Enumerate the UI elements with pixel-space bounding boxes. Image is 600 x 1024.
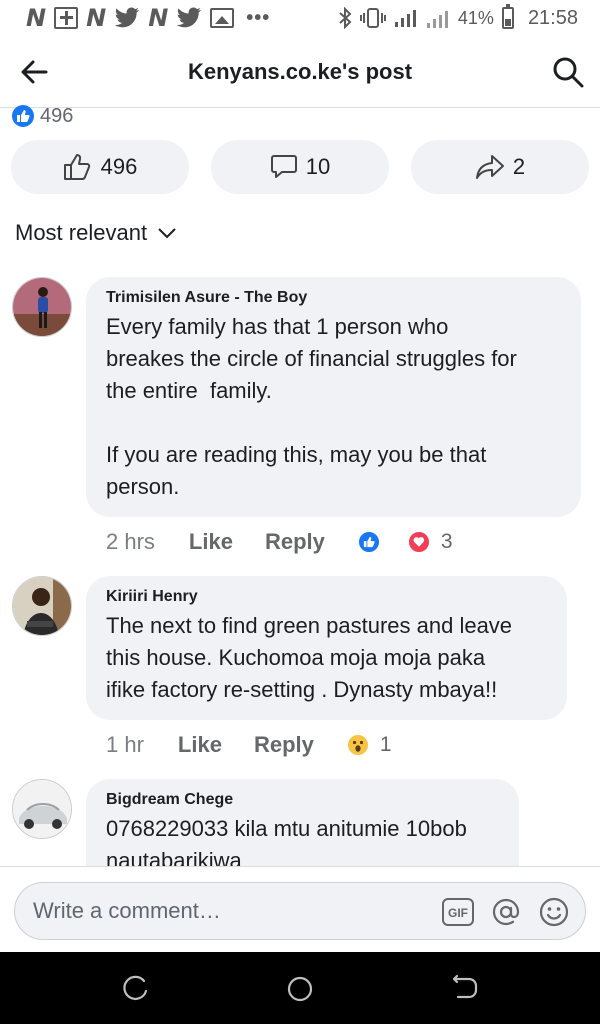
comment-text: The next to find green pastures and leav… xyxy=(106,613,513,702)
back-button[interactable] xyxy=(18,56,50,88)
comment-reactions[interactable] xyxy=(356,530,431,554)
comment-bubble[interactable]: Trimisilen Asure - The Boy Every family … xyxy=(86,277,581,517)
like-reaction-icon xyxy=(356,530,381,554)
gallery-icon xyxy=(210,8,235,28)
wow-reaction-icon xyxy=(345,733,370,757)
signal-icon xyxy=(394,10,416,27)
twitter-icon xyxy=(177,7,202,28)
comment-author[interactable]: Trimisilen Asure - The Boy xyxy=(106,289,561,307)
share-button[interactable]: 2 xyxy=(411,140,589,194)
comment-time: 1 hr xyxy=(106,732,144,757)
battery-percentage: 41% xyxy=(457,7,494,28)
like-count: 496 xyxy=(100,154,138,179)
back-arrow-icon xyxy=(21,60,48,84)
home-circle-icon xyxy=(287,976,313,1002)
like-button[interactable]: 496 xyxy=(11,140,189,194)
smiley-icon xyxy=(539,897,569,927)
thumbs-up-icon xyxy=(63,154,90,180)
comment-author[interactable]: Bigdream Chege xyxy=(106,791,499,809)
comment-reply-button[interactable]: Reply xyxy=(265,529,325,555)
bible-app-icon xyxy=(54,7,79,29)
comment-sort-dropdown[interactable]: Most relevant xyxy=(15,220,177,246)
battery-icon xyxy=(501,4,514,29)
comment-time: 2 hrs xyxy=(106,529,155,554)
svg-text:GIF: GIF xyxy=(448,906,468,920)
at-sign-icon xyxy=(492,898,520,926)
comment-composer: Write a comment… GIF xyxy=(0,866,600,952)
comment-item: Bigdream Chege 0768229033 kila mtu anitu… xyxy=(0,779,600,866)
vibrate-icon xyxy=(359,8,386,28)
comment-reactions[interactable] xyxy=(345,733,370,757)
search-button[interactable] xyxy=(552,56,584,88)
post-actions: 496 10 2 xyxy=(0,138,600,198)
comment-text: Every family has that 1 person who break… xyxy=(106,314,517,499)
comment-input[interactable]: Write a comment… GIF xyxy=(14,882,586,940)
mention-button[interactable] xyxy=(489,895,523,929)
reaction-count: 496 xyxy=(40,104,74,127)
comment-meta: 2 hrs Like Reply 3 xyxy=(106,529,453,555)
post-header: Kenyans.co.ke's post xyxy=(0,36,600,108)
avatar[interactable] xyxy=(12,576,72,636)
share-count: 2 xyxy=(512,154,526,179)
back-nav-button[interactable] xyxy=(450,974,480,1004)
comment-count: 10 xyxy=(305,154,331,179)
gif-icon: GIF xyxy=(442,898,474,926)
system-icons: 41% 21:58 xyxy=(338,4,578,30)
gif-button[interactable]: GIF xyxy=(441,895,475,929)
notification-letter-icon: N xyxy=(148,4,169,32)
notification-letter-icon: N xyxy=(86,4,107,32)
search-icon xyxy=(553,57,584,88)
back-nav-icon xyxy=(452,974,478,999)
clock: 21:58 xyxy=(527,6,578,29)
sort-label: Most relevant xyxy=(15,220,148,245)
bluetooth-icon xyxy=(339,7,352,29)
reaction-summary[interactable]: 496 xyxy=(12,104,73,128)
love-reaction-icon xyxy=(406,530,431,554)
recent-apps-button[interactable] xyxy=(120,974,150,1004)
emoji-button[interactable] xyxy=(537,895,571,929)
composer-icons: GIF xyxy=(441,895,571,929)
comment-reaction-count: 3 xyxy=(440,530,453,553)
android-nav-bar xyxy=(0,952,600,1024)
comment-bubble[interactable]: Kiriiri Henry The next to find green pas… xyxy=(86,576,567,720)
notification-letter-icon: N xyxy=(26,4,47,32)
comment-like-button[interactable]: Like xyxy=(178,732,222,758)
notification-icons: N N N ••• xyxy=(26,6,270,30)
comment-text: 0768229033 kila mtu anitumie 10bob nauta… xyxy=(106,816,467,866)
comment-input-placeholder: Write a comment… xyxy=(33,898,221,923)
comment-button[interactable]: 10 xyxy=(211,140,389,194)
comment-reply-button[interactable]: Reply xyxy=(254,732,314,758)
like-reaction-icon xyxy=(12,105,34,127)
twitter-icon xyxy=(114,7,140,28)
comment-like-button[interactable]: Like xyxy=(189,529,233,555)
3g-signal-icon xyxy=(426,11,448,28)
share-icon xyxy=(475,155,504,179)
avatar[interactable] xyxy=(12,779,72,839)
chevron-down-icon xyxy=(158,228,176,239)
status-bar: N N N ••• 41% 21:58 xyxy=(0,0,600,36)
comment-bubble[interactable]: Bigdream Chege 0768229033 kila mtu anitu… xyxy=(86,779,519,866)
home-button[interactable] xyxy=(285,974,315,1004)
comment-meta: 1 hr Like Reply 1 xyxy=(106,732,392,758)
recent-apps-icon xyxy=(123,975,148,1000)
avatar[interactable] xyxy=(12,277,72,337)
page-title: Kenyans.co.ke's post xyxy=(187,58,413,84)
comment-author[interactable]: Kiriiri Henry xyxy=(106,588,547,606)
comment-icon xyxy=(270,155,297,178)
more-notifications-icon: ••• xyxy=(246,6,271,29)
comment-reaction-count: 1 xyxy=(379,733,392,756)
